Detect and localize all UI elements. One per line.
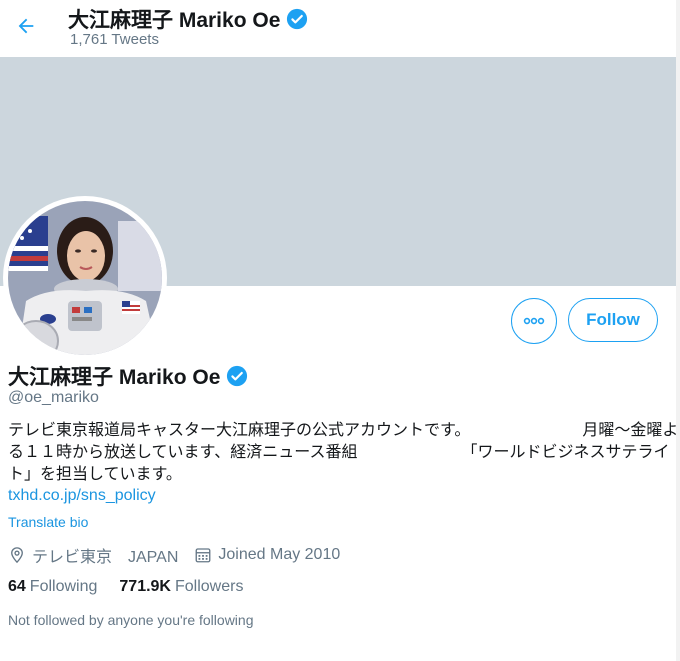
bio-line: ト」を担当しています。: [8, 464, 663, 486]
translate-bio-link[interactable]: Translate bio: [8, 514, 88, 530]
profile-stats: 64 Following 771.9K Followers: [8, 578, 243, 596]
profile-handle: @oe_mariko: [8, 389, 99, 406]
tweet-count: 1,761 Tweets: [70, 31, 159, 48]
following-link[interactable]: 64 Following: [8, 578, 97, 596]
avatar-image: [8, 201, 162, 355]
location: テレビ東京 JAPAN: [8, 543, 178, 567]
profile-name: 大江麻理子 Mariko Oe: [8, 361, 248, 391]
verified-badge-icon: [227, 365, 248, 387]
followers-link[interactable]: 771.9K Followers: [119, 578, 243, 596]
location-icon: [11, 547, 23, 564]
bio-line: る１１時から放送しています、経済ニュース番組 「ワールドビジネスサテライ: [8, 442, 669, 464]
bio-line: テレビ東京報道局キャスター大江麻理子の公式アカウントです。 月曜〜金曜よ: [8, 420, 678, 442]
following-count: 64: [8, 578, 26, 595]
bio-text: る１１時から放送しています、経済ニュース番組: [8, 444, 358, 461]
avatar[interactable]: [3, 196, 167, 360]
back-arrow-icon: [18, 18, 34, 34]
followers-you-know: Not followed by anyone you're following: [8, 612, 254, 628]
profile-meta: テレビ東京 JAPAN Joined May 2010: [8, 544, 356, 566]
more-icon: [523, 317, 545, 325]
profile-name-text: 大江麻理子 Mariko Oe: [8, 366, 221, 389]
profile-header: 大江麻理子 Mariko Oe 1,761 Tweets: [0, 0, 680, 57]
header-name: 大江麻理子 Mariko Oe: [68, 9, 281, 32]
location-text: テレビ東京 JAPAN: [32, 549, 179, 566]
profile-link[interactable]: txhd.co.jp/sns_policy: [8, 487, 156, 505]
scrollbar-track[interactable]: [676, 0, 680, 661]
profile-bio: テレビ東京報道局キャスター大江麻理子の公式アカウントです。 月曜〜金曜よ る１１時…: [8, 420, 678, 486]
bio-text: テレビ東京報道局キャスター大江麻理子の公式アカウントです。: [8, 422, 471, 439]
calendar-icon: [195, 548, 211, 563]
joined-text: Joined May 2010: [218, 546, 341, 563]
header-title: 大江麻理子 Mariko Oe: [68, 4, 308, 34]
joined-date: Joined May 2010: [194, 546, 340, 564]
back-button[interactable]: [10, 10, 42, 42]
more-button[interactable]: [511, 298, 557, 344]
follow-button[interactable]: Follow: [568, 298, 658, 342]
following-label: Following: [29, 578, 98, 595]
verified-badge-icon: [287, 8, 308, 30]
followers-count: 771.9K: [119, 578, 171, 595]
bio-text: 「ワールドビジネスサテライ: [461, 444, 670, 461]
bio-text: ト」を担当しています。: [8, 466, 182, 483]
bio-text: 月曜〜金曜よ: [582, 422, 679, 439]
followers-label: Followers: [174, 578, 244, 595]
